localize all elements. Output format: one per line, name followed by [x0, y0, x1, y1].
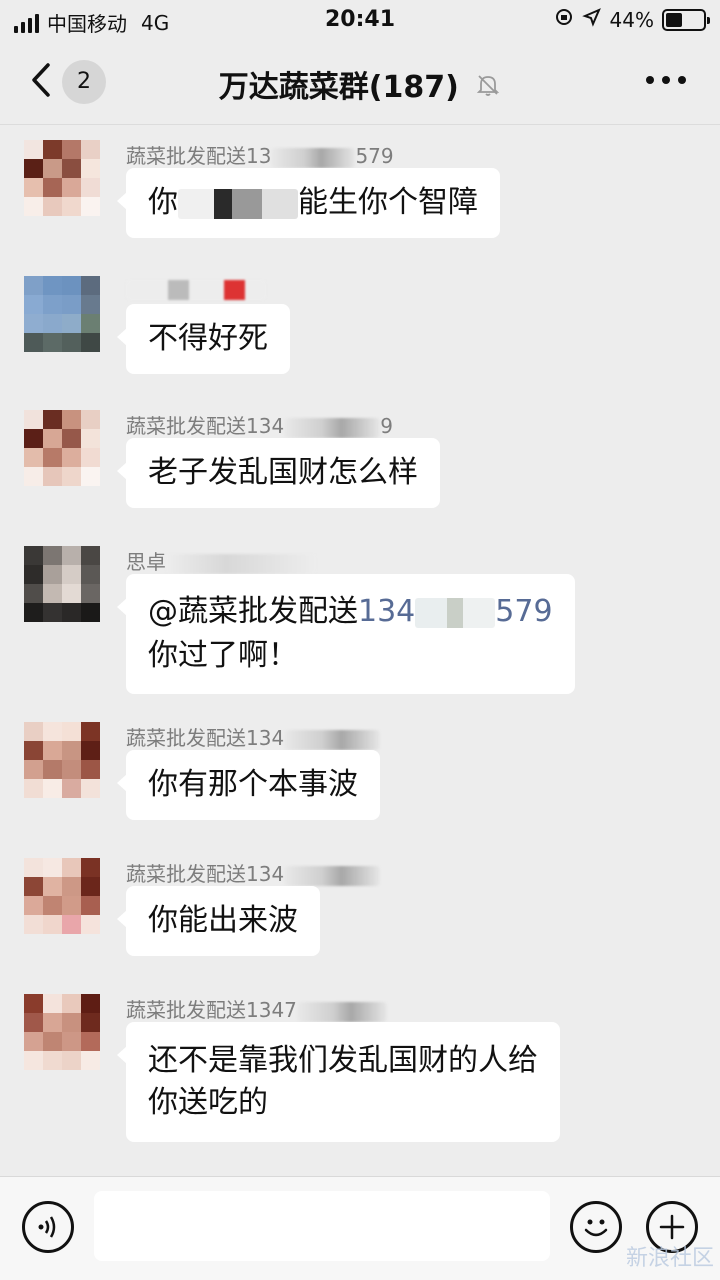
sender-name: 蔬菜批发配送1347: [126, 994, 387, 1023]
sender-name-visible: 蔬菜批发配送134: [126, 414, 285, 438]
message-bubble[interactable]: 你 能生你个智障: [117, 168, 500, 238]
sender-name: 蔬菜批发配送134: [126, 858, 381, 887]
more-options-icon[interactable]: [646, 76, 686, 84]
sender-avatar[interactable]: [24, 722, 100, 798]
sender-name-visible: 蔬菜批发配送134: [126, 726, 285, 750]
sender-name-visible: 蔬菜批发配送134: [126, 862, 285, 886]
mention-label: @蔬菜批发配送: [148, 594, 358, 629]
message-text: 不得好死: [148, 321, 268, 356]
status-bar: 中国移动 4G 20:41 44%: [0, 0, 720, 40]
rotation-lock-icon: [554, 7, 574, 32]
mute-bell-icon: [475, 71, 501, 106]
message-text: 你过了啊！: [148, 638, 298, 673]
message-text-line2: 你送吃的: [148, 1085, 268, 1120]
header-divider: [0, 124, 720, 125]
sender-name: 蔬菜批发配送13 579: [126, 140, 394, 169]
message-text: 老子发乱国财怎么样: [148, 455, 418, 490]
sender-name-suffix: 579: [355, 144, 394, 168]
watermark: 新浪社区: [625, 1246, 714, 1271]
sender-name-suffix: 9: [380, 414, 393, 438]
sender-name-visible: 蔬菜批发配送1347: [126, 998, 297, 1022]
battery-icon: [662, 8, 710, 31]
message-text: 你能出来波: [148, 903, 298, 938]
emoji-button[interactable]: [570, 1201, 622, 1253]
message-bubble[interactable]: 老子发乱国财怎么样: [117, 438, 440, 508]
location-icon: [581, 7, 602, 32]
sender-avatar[interactable]: [24, 994, 100, 1070]
sender-name: 蔬菜批发配送134 9: [126, 410, 393, 439]
chat-title-wrap: 万达蔬菜群(187): [0, 62, 720, 106]
message-bubble[interactable]: 不得好死: [117, 304, 290, 374]
redacted-mosaic: [415, 597, 496, 628]
message-bubble[interactable]: 你有那个本事波: [117, 750, 380, 820]
sender-name-visible: 思卓: [126, 550, 166, 574]
chat-header: 2 万达蔬菜群(187): [0, 40, 720, 124]
message-bubble[interactable]: @蔬菜批发配送134 579 你过了啊！: [117, 574, 575, 694]
sender-name: [126, 276, 266, 300]
message-input[interactable]: [94, 1191, 550, 1261]
voice-button[interactable]: [22, 1201, 74, 1253]
voice-icon: [38, 1216, 56, 1238]
sender-avatar[interactable]: [24, 858, 100, 934]
sender-avatar[interactable]: [24, 410, 100, 486]
mention-number-start: 134: [358, 594, 416, 629]
sender-name: 思卓: [126, 546, 316, 575]
message-text: 你: [148, 185, 178, 220]
sender-name-visible: 蔬菜批发配送13: [126, 144, 272, 168]
sender-avatar[interactable]: [24, 276, 100, 352]
message-text: 你有那个本事波: [148, 767, 358, 802]
message-bubble[interactable]: 你能出来波: [117, 886, 320, 956]
message-text-line1: 还不是靠我们发乱国财的人给: [148, 1043, 538, 1078]
redacted-mosaic: [178, 188, 298, 219]
chat-title: 万达蔬菜群(187): [218, 70, 459, 105]
battery-percent: 44%: [609, 7, 654, 32]
sender-avatar[interactable]: [24, 546, 100, 622]
message-text-rest: 能生你个智障: [298, 185, 478, 220]
smiley-icon: [584, 1219, 608, 1237]
mention-number-end: 579: [495, 594, 553, 629]
message-bubble[interactable]: 还不是靠我们发乱国财的人给 你送吃的: [117, 1022, 560, 1142]
sender-name: 蔬菜批发配送134: [126, 722, 381, 751]
sender-avatar[interactable]: [24, 140, 100, 216]
input-bar: [0, 1176, 720, 1280]
status-right: 44%: [554, 7, 710, 32]
